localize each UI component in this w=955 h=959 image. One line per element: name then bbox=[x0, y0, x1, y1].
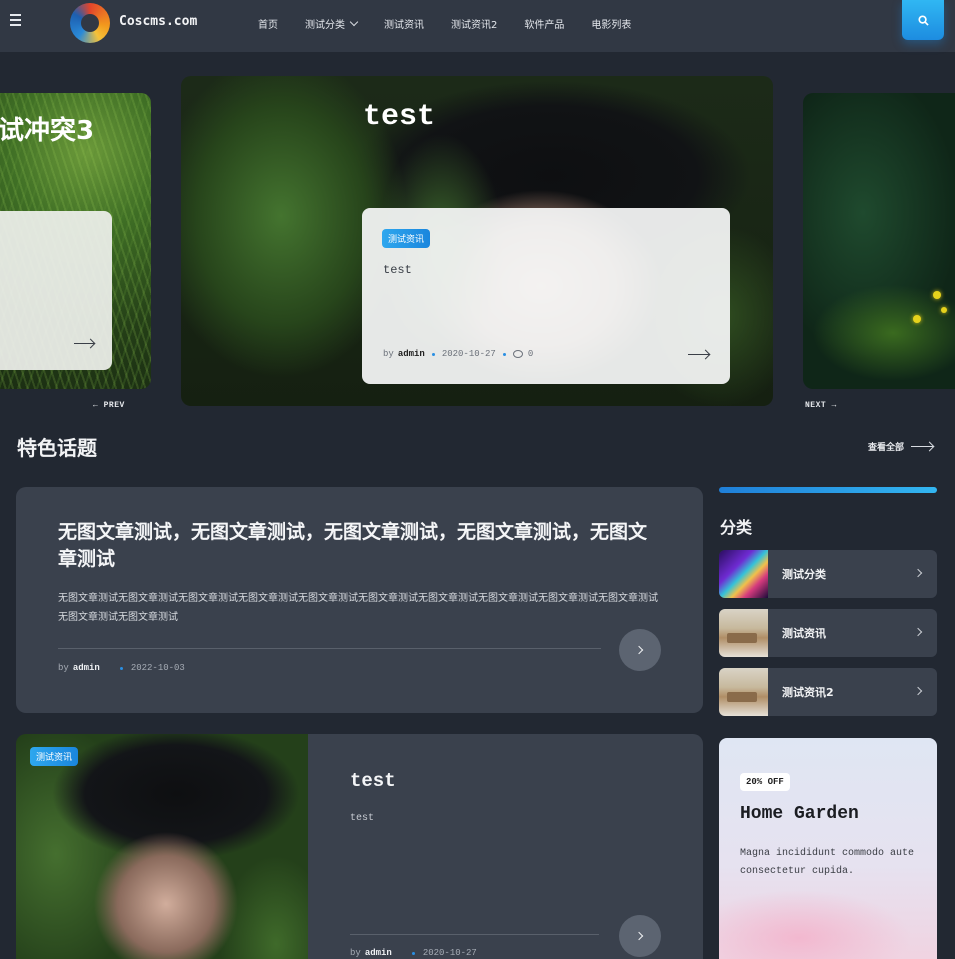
site-header: Coscms.com 首页 测试分类 测试资讯 测试资讯2 软件产品 电影列表 bbox=[0, 0, 955, 52]
comment-count: 0 bbox=[527, 349, 534, 359]
category-label: 测试资讯2 bbox=[782, 686, 834, 699]
post-title[interactable]: 无图文章测试，无图文章测试，无图文章测试，无图文章测试，无图文章测试 bbox=[58, 519, 658, 573]
arrow-right-icon[interactable] bbox=[74, 343, 94, 344]
category-thumbnail bbox=[719, 609, 768, 657]
post-meta: by admin 2020-10-27 bbox=[350, 948, 477, 958]
slide-excerpt: test bbox=[383, 263, 412, 277]
category-thumbnail bbox=[719, 668, 768, 716]
logo-icon[interactable] bbox=[70, 3, 110, 43]
slide-next-preview[interactable] bbox=[803, 93, 955, 389]
chevron-right-icon bbox=[913, 627, 923, 637]
slide-main-title[interactable]: test bbox=[363, 100, 435, 134]
meta-separator bbox=[119, 666, 123, 670]
nav-item-test-news-2[interactable]: 测试资讯2 bbox=[451, 16, 497, 31]
nav-item-test-category[interactable]: 测试分类 bbox=[305, 16, 359, 31]
divider bbox=[350, 934, 599, 935]
category-badge[interactable]: 测试资讯 bbox=[382, 229, 431, 248]
chevron-down-icon bbox=[349, 17, 359, 26]
read-more-button[interactable] bbox=[619, 629, 661, 671]
post-card: 测试资讯 test test by admin 2020-10-27 bbox=[16, 734, 703, 959]
promo-banner[interactable]: 20% OFF Home Garden Magna incididunt com… bbox=[719, 738, 937, 959]
nav-item-movies[interactable]: 电影列表 bbox=[591, 16, 631, 31]
meta-separator bbox=[411, 951, 415, 955]
slide-image-detail bbox=[933, 291, 941, 299]
prev-label: PREV bbox=[103, 401, 125, 410]
prev-button[interactable]: ← PREV bbox=[93, 401, 125, 410]
section-title: 特色话题 bbox=[17, 436, 97, 460]
search-button[interactable] bbox=[902, 0, 944, 40]
sidebar-accent-bar bbox=[719, 487, 937, 493]
nav-item-label: 测试分类 bbox=[305, 20, 345, 31]
arrow-right-icon[interactable] bbox=[688, 354, 709, 355]
category-item[interactable]: 测试分类 bbox=[719, 550, 937, 598]
menu-icon[interactable] bbox=[10, 14, 22, 26]
meta-separator bbox=[431, 352, 435, 356]
category-item[interactable]: 测试资讯 bbox=[719, 609, 937, 657]
author-link[interactable]: admin bbox=[73, 663, 100, 673]
category-badge[interactable]: 测试资讯 bbox=[30, 747, 79, 766]
sidebar-title: 分类 bbox=[720, 518, 753, 537]
post-excerpt: 无图文章测试无图文章测试无图文章测试无图文章测试无图文章测试无图文章测试无图文章… bbox=[58, 593, 658, 623]
post-title[interactable]: test bbox=[350, 770, 396, 792]
next-label: NEXT bbox=[805, 401, 827, 410]
post-excerpt: test bbox=[350, 813, 375, 824]
read-more-button[interactable] bbox=[619, 915, 661, 957]
nav-item-test-news[interactable]: 测试资讯 bbox=[384, 16, 424, 31]
post-meta: by admin 2022-10-03 bbox=[58, 663, 185, 673]
category-item[interactable]: 测试资讯2 bbox=[719, 668, 937, 716]
search-icon bbox=[917, 14, 929, 26]
author-link[interactable]: admin bbox=[365, 948, 392, 958]
slide-image-detail bbox=[941, 307, 947, 313]
author-link[interactable]: admin bbox=[398, 349, 425, 359]
promo-text: Magna incididunt commodo aute consectetu… bbox=[740, 848, 915, 877]
nav-item-home[interactable]: 首页 bbox=[258, 16, 278, 31]
view-all-label: 查看全部 bbox=[868, 443, 905, 453]
category-label: 测试分类 bbox=[782, 568, 826, 581]
chevron-right-icon bbox=[913, 686, 923, 696]
main-nav: 首页 测试分类 测试资讯 测试资讯2 软件产品 电影列表 bbox=[258, 16, 658, 31]
arrow-right-icon bbox=[911, 446, 934, 447]
comment-icon bbox=[512, 350, 523, 358]
slide-prev-title: 试冲突3 bbox=[0, 116, 95, 146]
slide-prev-card bbox=[0, 211, 112, 370]
meta-by: by bbox=[383, 349, 394, 359]
meta-by: by bbox=[350, 948, 361, 958]
category-label: 测试资讯 bbox=[782, 627, 826, 640]
post-card: 无图文章测试，无图文章测试，无图文章测试，无图文章测试，无图文章测试 无图文章测… bbox=[16, 487, 703, 713]
meta-by: by bbox=[58, 663, 69, 673]
nav-item-software[interactable]: 软件产品 bbox=[524, 16, 564, 31]
category-thumbnail bbox=[719, 550, 768, 598]
post-date: 2020-10-27 bbox=[422, 948, 477, 958]
slide-main-card: 测试资讯 test by admin 2020-10-27 0 bbox=[362, 208, 730, 384]
post-date: 2020-10-27 bbox=[441, 349, 496, 359]
divider bbox=[58, 648, 601, 649]
meta-separator bbox=[502, 352, 506, 356]
post-meta: by admin 2020-10-27 0 bbox=[383, 349, 533, 359]
discount-badge: 20% OFF bbox=[740, 773, 790, 791]
slide-image-detail bbox=[913, 315, 921, 323]
post-date: 2022-10-03 bbox=[130, 663, 185, 673]
chevron-right-icon bbox=[913, 568, 923, 578]
promo-title: Home Garden bbox=[740, 804, 859, 824]
view-all-link[interactable]: 查看全部 bbox=[868, 440, 934, 453]
logo-text[interactable]: Coscms.com bbox=[119, 14, 197, 29]
post-thumbnail[interactable]: 测试资讯 bbox=[16, 734, 308, 959]
next-button[interactable]: NEXT → bbox=[805, 401, 837, 410]
